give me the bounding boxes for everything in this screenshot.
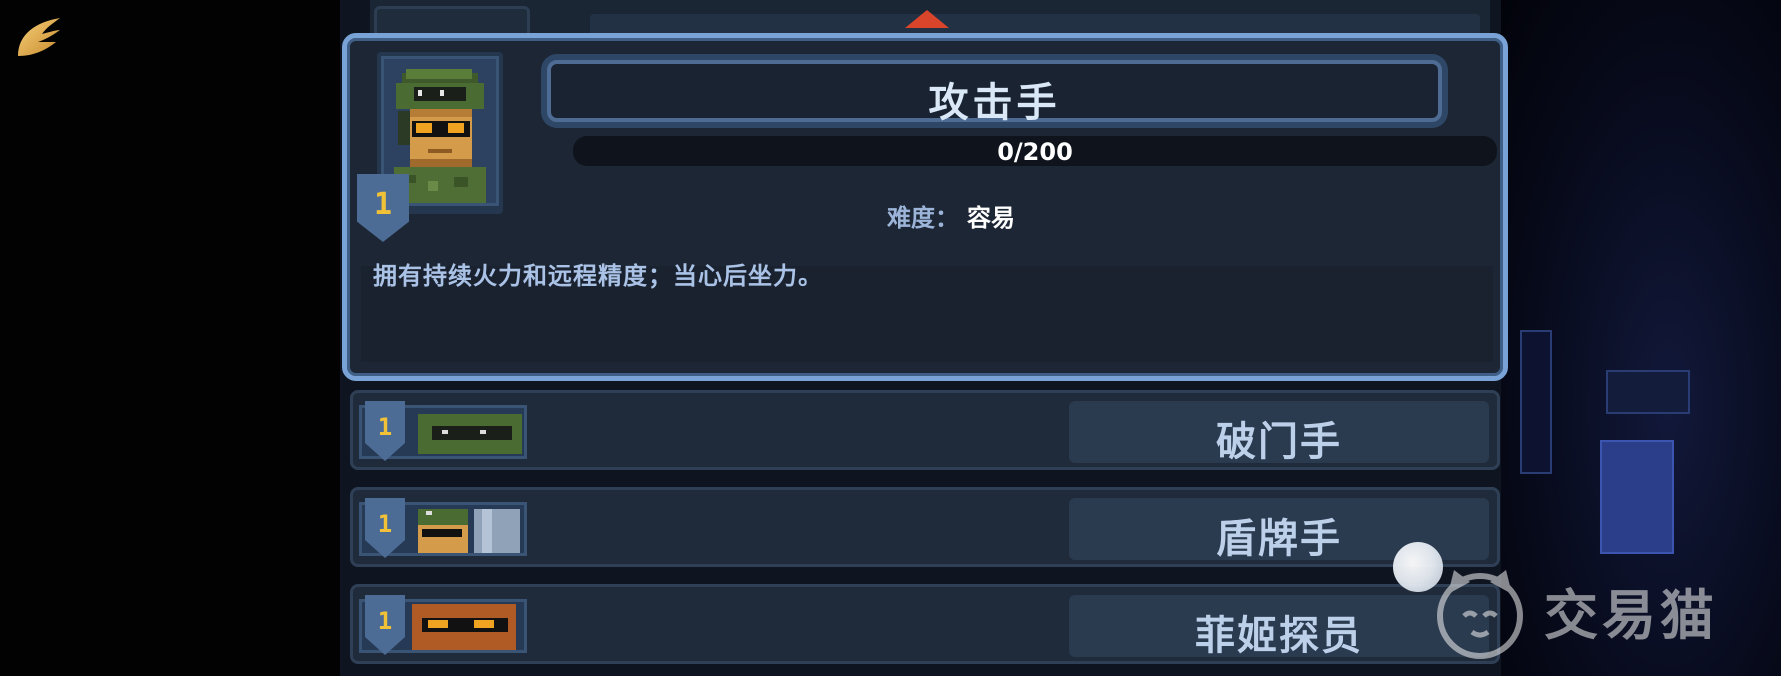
difficulty: 难度： 容易 [887, 198, 1015, 233]
xp-progress-bar: 0/200 [573, 136, 1497, 166]
level-badge: 1 [357, 174, 409, 242]
roster-row[interactable]: 1 破门手 [350, 390, 1500, 470]
character-name: 菲姬探员 [1195, 613, 1363, 659]
character-name: 攻击手 [928, 80, 1061, 126]
difficulty-value: 容易 [967, 204, 1015, 232]
scene-crate [1600, 440, 1674, 554]
character-description: 拥有持续火力和远程精度；当心后坐力。 [373, 262, 823, 290]
scene-pillar [1520, 330, 1552, 474]
arrow-up-icon[interactable] [905, 10, 949, 28]
character-name-box: 攻击手 [547, 60, 1442, 126]
scene-ledge [1606, 370, 1690, 414]
watermark: 交易猫 [1430, 555, 1718, 665]
character-name: 破门手 [1216, 419, 1342, 465]
cat-logo-icon [1437, 570, 1523, 659]
roster-row[interactable]: 1 盾牌手 [350, 487, 1500, 567]
roster-row[interactable]: 1 菲姬探员 [350, 584, 1500, 664]
name-pill: 破门手 [1069, 401, 1489, 465]
wing-logo-icon[interactable] [10, 12, 66, 68]
selected-character-card[interactable]: 1 攻击手 0/200 难度： 容易 拥有持续火力和远程精度；当心后坐力。 [342, 33, 1508, 381]
xp-progress-text: 0/200 [997, 138, 1073, 166]
difficulty-label: 难度： [887, 204, 959, 232]
name-pill: 菲姬探员 [1069, 595, 1489, 659]
left-background [0, 0, 340, 676]
watermark-text: 交易猫 [1544, 583, 1718, 647]
